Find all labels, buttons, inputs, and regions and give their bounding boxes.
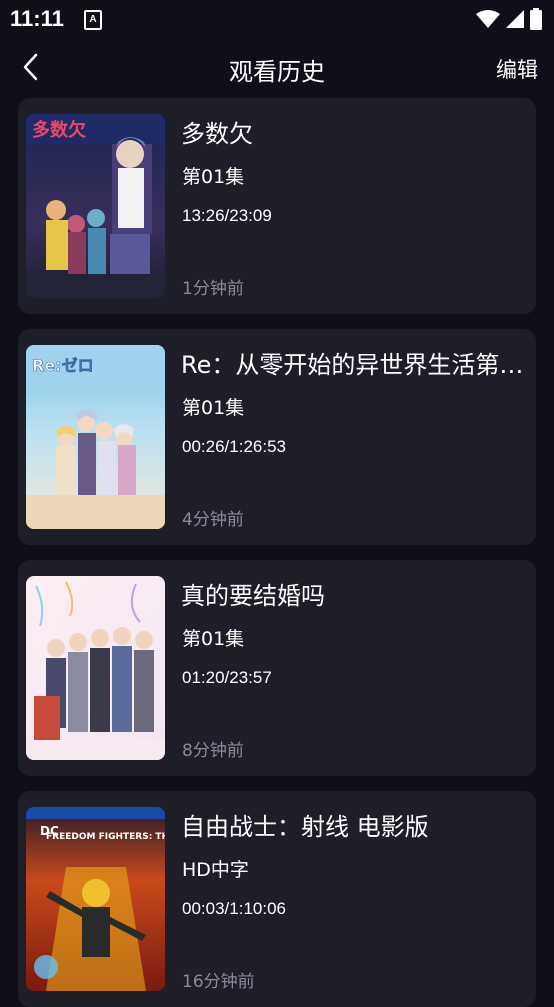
edit-button[interactable]: 编辑 xyxy=(496,54,538,84)
svg-text:DC: DC xyxy=(40,824,59,838)
signal-icon xyxy=(506,10,524,28)
svg-text:Re:ゼロ: Re:ゼロ xyxy=(32,356,94,375)
item-progress: 13:26/23:09 xyxy=(182,206,272,225)
svg-text:多数欠: 多数欠 xyxy=(32,119,86,141)
item-time-ago: 4分钟前 xyxy=(182,510,244,530)
item-progress: 01:20/23:57 xyxy=(182,668,272,687)
history-item[interactable]: 真的要结婚吗 第01集 01:20/23:57 8分钟前 xyxy=(18,560,536,776)
item-episode: HD中字 xyxy=(182,859,249,881)
item-progress: 00:03/1:10:06 xyxy=(182,899,286,918)
poster-image: 多数欠 xyxy=(26,114,165,298)
wifi-icon xyxy=(476,10,500,28)
status-bar: 11:11 A xyxy=(0,0,554,38)
item-time-ago: 16分钟前 xyxy=(182,972,255,992)
item-episode: 第01集 xyxy=(182,166,245,188)
history-item[interactable]: 多数欠 多数欠 第01集 13:26/23:09 1分钟前 xyxy=(18,98,536,314)
svg-text:FREEDOM FIGHTERS: THE RAY: FREEDOM FIGHTERS: THE RAY xyxy=(46,832,165,842)
item-episode: 第01集 xyxy=(182,397,245,419)
history-item[interactable]: FREEDOM FIGHTERS: THE RAY DC 自由战士：射线 电影版… xyxy=(18,791,536,1007)
status-time: 11:11 xyxy=(10,6,64,31)
notification-icon: A xyxy=(84,10,102,30)
item-progress: 00:26/1:26:53 xyxy=(182,437,286,456)
item-time-ago: 8分钟前 xyxy=(182,741,244,761)
poster-image: FREEDOM FIGHTERS: THE RAY DC xyxy=(26,807,165,991)
item-title: 多数欠 xyxy=(181,120,253,148)
status-icons xyxy=(476,8,542,30)
item-title: 真的要结婚吗 xyxy=(181,582,325,610)
poster-image xyxy=(26,576,165,760)
item-title: 自由战士：射线 电影版 xyxy=(181,813,429,841)
battery-icon xyxy=(530,8,542,30)
page-title: 观看历史 xyxy=(229,58,325,86)
history-item[interactable]: Re:ゼロ Re：从零开始的异世界生活第三季 第01集 00:26/1:26:5… xyxy=(18,329,536,545)
poster-image: Re:ゼロ xyxy=(26,345,165,529)
item-title: Re：从零开始的异世界生活第三季 xyxy=(181,351,525,379)
header: 观看历史 编辑 xyxy=(0,38,554,96)
item-time-ago: 1分钟前 xyxy=(182,279,244,299)
item-episode: 第01集 xyxy=(182,628,245,650)
